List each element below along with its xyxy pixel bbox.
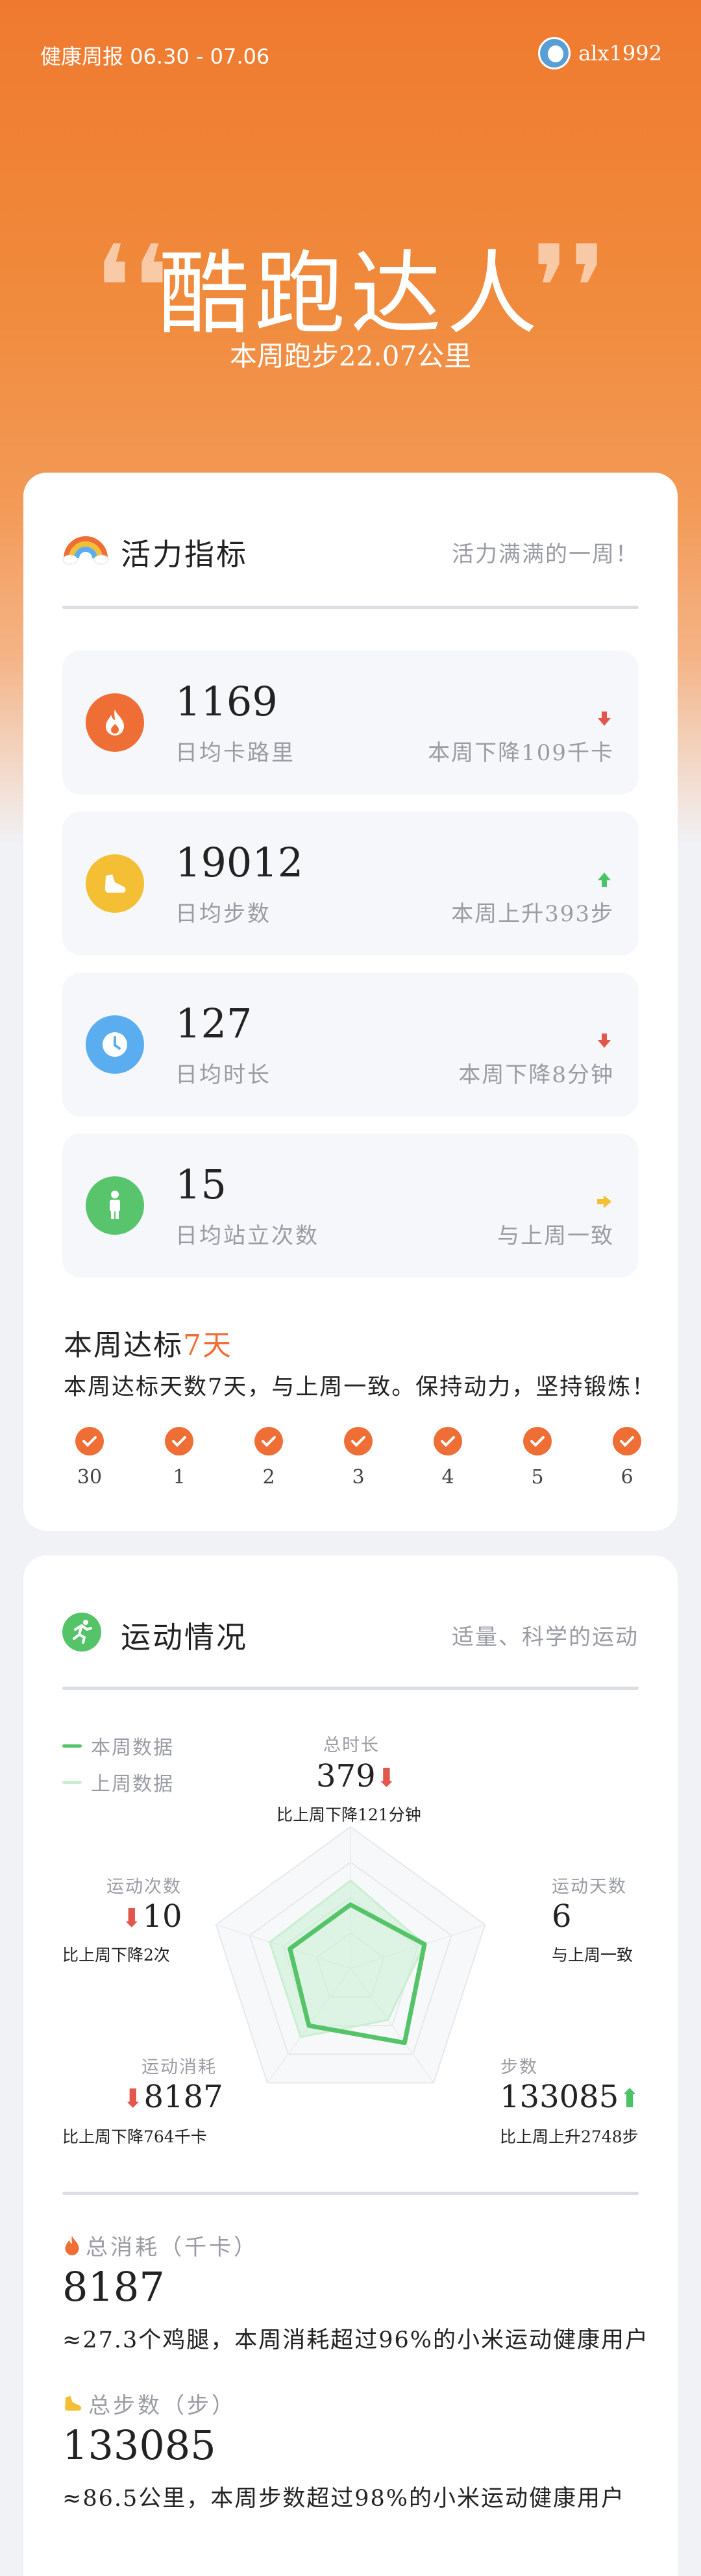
day-item: 2 (243, 1427, 295, 1489)
vitality-card: 活力指标 活力满满的一周！ 1169 日均卡路里 本周下降109千卡 19012… (23, 473, 678, 1531)
day-item: 1 (153, 1427, 205, 1489)
metric-steps[interactable]: 19012 日均步数 本周上升393步 (62, 811, 639, 956)
axis-value-count: ⬇10 (121, 1898, 182, 1935)
arrow-down-icon: ⬇ (121, 1903, 143, 1933)
divider (62, 2192, 639, 2195)
check-icon (434, 1427, 462, 1455)
username: alx1992 (578, 41, 662, 66)
person-icon (86, 1176, 144, 1235)
check-icon (613, 1427, 641, 1455)
total-energy-text: ≈27.3个鸡腿，本周消耗超过96%的小米运动健康用户 (62, 2327, 650, 2353)
axis-note-days: 与上周一致 (552, 1946, 633, 1964)
metric-duration[interactable]: 127 日均时长 本周下降8分钟 (62, 972, 639, 1117)
vitality-header: 活力指标 活力满满的一周！ (62, 525, 639, 572)
avatar[interactable] (538, 37, 571, 69)
week-label: 健康周报 06.30 - 07.06 (40, 44, 270, 69)
clock-icon (86, 1015, 144, 1074)
days-row: 30 1 2 3 4 5 6 (64, 1427, 641, 1498)
arrow-up-icon (598, 873, 611, 887)
metric-change: 本周上升393步 (451, 901, 614, 927)
value-text: 10 (142, 1898, 182, 1935)
streak-title-text: 本周达标 (64, 1329, 183, 1362)
metric-value: 15 (175, 1161, 227, 1208)
axis-label-steps: 步数 (500, 2057, 538, 2077)
metric-label: 日均时长 (175, 1062, 271, 1088)
axis-note-steps: 比上周上升2748步 (500, 2127, 639, 2146)
day-item: 4 (422, 1427, 474, 1489)
day-number: 30 (77, 1466, 103, 1489)
arrow-down-icon (598, 712, 611, 726)
flame-icon (86, 693, 144, 752)
value-text: 8187 (143, 2079, 223, 2115)
label-text: 总步数（步） (88, 2393, 236, 2419)
arrow-up-icon: ⬆ (619, 2084, 641, 2114)
label-text: 总消耗（千卡） (86, 2235, 258, 2260)
axis-label-days: 运动天数 (552, 1877, 627, 1897)
day-item: 3 (332, 1427, 384, 1489)
metric-value: 19012 (175, 839, 304, 886)
shoe-icon (86, 854, 144, 913)
arrow-down-icon: ⬇ (122, 2084, 144, 2114)
axis-value-steps: 133085⬆ (500, 2079, 641, 2115)
arrow-right-icon (597, 1195, 611, 1208)
top-bar: 健康周报 06.30 - 07.06 alx1992 (40, 37, 662, 69)
vitality-title: 活力指标 (121, 537, 248, 572)
total-steps-label: 总步数（步） (62, 2388, 236, 2420)
check-icon (165, 1427, 193, 1455)
day-number: 5 (531, 1466, 544, 1489)
exercise-card: 运动情况 适量、科学的运动 本周数据 上周数据 总时长 379⬇ 比上周下降12… (23, 1555, 678, 2576)
metric-standing[interactable]: 15 日均站立次数 与上周一致 (62, 1133, 639, 1278)
axis-value-duration: 379⬇ (316, 1758, 397, 1794)
vitality-note: 活力满满的一周！ (452, 541, 639, 567)
rainbow-icon (62, 536, 109, 565)
axis-note-duration: 比上周下降121分钟 (277, 1805, 421, 1824)
metric-change: 与上周一致 (497, 1223, 614, 1249)
value-text: 379 (316, 1758, 376, 1794)
day-item: 5 (511, 1427, 563, 1489)
shoe-icon (65, 2396, 81, 2410)
axis-note-energy: 比上周下降764千卡 (62, 2127, 207, 2146)
arrow-down-icon: ⬇ (375, 1763, 398, 1793)
arrow-down-icon (598, 1034, 611, 1048)
metric-calories[interactable]: 1169 日均卡路里 本周下降109千卡 (62, 650, 639, 795)
radar-chart (215, 1826, 486, 2084)
hero-title: 酷跑达人 (158, 242, 543, 347)
axis-value-energy: ⬇8187 (122, 2079, 223, 2115)
metric-value: 127 (175, 1000, 252, 1047)
user-chip[interactable]: alx1992 (538, 37, 662, 69)
streak-days: 7天 (183, 1329, 232, 1362)
day-item: 30 (64, 1427, 116, 1489)
metric-label: 日均站立次数 (175, 1223, 319, 1249)
metric-change: 本周下降109千卡 (428, 740, 614, 766)
metric-change: 本周下降8分钟 (458, 1062, 614, 1088)
day-number: 6 (621, 1466, 633, 1489)
divider (62, 606, 639, 609)
axis-label-count: 运动次数 (106, 1877, 182, 1897)
day-number: 4 (441, 1466, 454, 1489)
total-steps-text: ≈86.5公里，本周步数超过98%的小米运动健康用户 (62, 2486, 626, 2512)
value-text: 133085 (500, 2079, 619, 2115)
check-icon (523, 1427, 552, 1455)
axis-value-days: 6 (552, 1898, 572, 1935)
check-icon (344, 1427, 373, 1455)
check-icon (75, 1427, 104, 1455)
day-item: 6 (601, 1427, 653, 1489)
total-energy-value: 8187 (62, 2263, 165, 2310)
streak-title: 本周达标7天 (64, 1322, 232, 1363)
total-energy-label: 总消耗（千卡） (62, 2229, 258, 2261)
metric-label: 日均步数 (175, 901, 271, 927)
streak-text: 本周达标天数7天，与上周一致。保持动力，坚持锻炼！ (64, 1374, 656, 1400)
metric-value: 1169 (175, 678, 278, 725)
axis-note-count: 比上周下降2次 (62, 1946, 170, 1964)
day-number: 3 (352, 1466, 365, 1489)
day-number: 2 (262, 1466, 275, 1489)
check-icon (254, 1427, 283, 1455)
metric-label: 日均卡路里 (175, 740, 295, 766)
total-steps-value: 133085 (62, 2421, 216, 2469)
axis-label-duration: 总时长 (323, 1735, 380, 1755)
axis-label-energy: 运动消耗 (141, 2057, 217, 2077)
flame-icon (65, 2235, 79, 2255)
day-number: 1 (173, 1466, 186, 1489)
hero-subtitle: 本周跑步22.07公里 (229, 340, 472, 372)
